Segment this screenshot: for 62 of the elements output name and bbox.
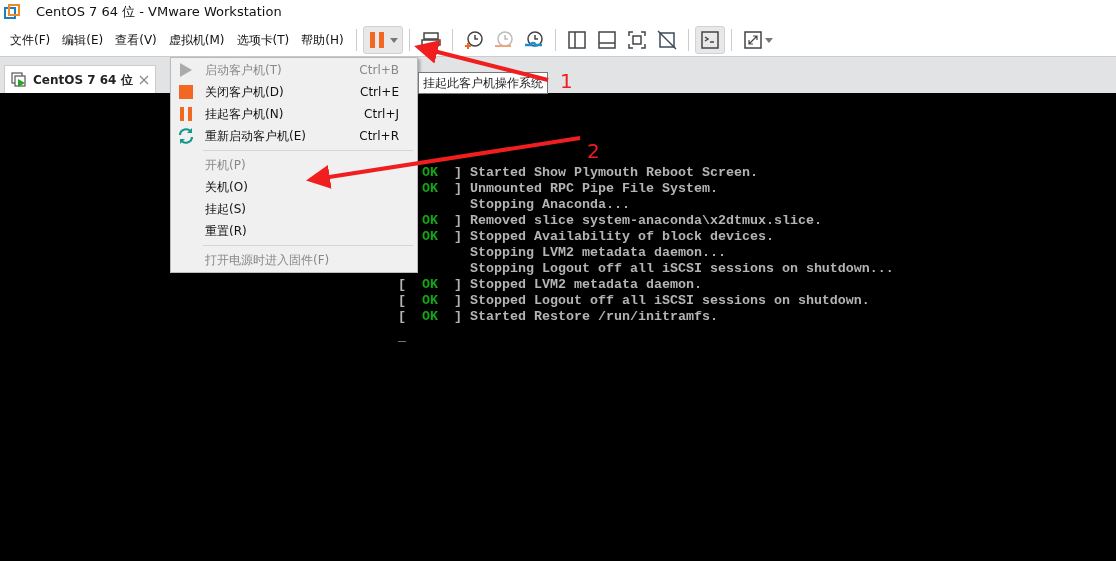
console-text: [ (398, 309, 407, 325)
status-text: OK (422, 165, 439, 181)
restart-icon (177, 127, 195, 145)
console-cursor: _ (398, 329, 406, 345)
menu-item[interactable]: 关闭客户机(D) Ctrl+E (171, 81, 417, 103)
status-text: OK (422, 181, 439, 197)
status-text: OK (422, 229, 439, 245)
menu-item[interactable]: 选项卡(T) (230, 29, 296, 51)
clock-icon (463, 30, 484, 50)
console-text: [ (398, 293, 407, 309)
sidebar-icon (566, 30, 587, 50)
menu-item[interactable]: 帮助(H) (295, 29, 350, 51)
fullscreen-icon (626, 30, 647, 50)
console-text: Removed slice system-anaconda\x2dtmux.slice. (469, 213, 822, 229)
console-text: ] (453, 277, 463, 293)
vm-icon (11, 71, 27, 88)
status-text: OK (422, 309, 439, 325)
menu-item[interactable]: 挂起客户机(N) Ctrl+J (171, 103, 417, 125)
console-text: ] (453, 181, 463, 197)
console-text: Stopping LVM2 metadata daemon... (469, 245, 726, 261)
menu-item[interactable]: 关机(O) (171, 176, 417, 198)
console-text: Stopping Logout off all iSCSI sessions on shutdown... (469, 261, 894, 277)
console-text: [ (398, 277, 407, 293)
window-title: CentOS 7 64 位 - VMware Workstation (36, 3, 282, 22)
menu-item[interactable]: 重新启动客户机(E) Ctrl+R (171, 125, 417, 147)
console-text: Stopped Availability of block devices. (469, 229, 774, 245)
console-text: ] (453, 229, 463, 245)
caret-icon (389, 37, 398, 43)
console-text: Stopped Logout off all iSCSI sessions on shutdown. (469, 293, 870, 309)
status-text: OK (422, 277, 439, 293)
console-text: Stopping Anaconda... (469, 197, 630, 213)
pause-icon (177, 105, 195, 123)
console-text: Stopped LVM2 metadata daemon. (469, 277, 702, 293)
vm-tab[interactable]: CentOS 7 64 位 (4, 65, 156, 93)
menu-item[interactable]: 挂起(S) (171, 198, 417, 220)
app-logo-icon (4, 4, 20, 20)
panel-icon (596, 30, 617, 50)
console-text: ] (453, 309, 463, 325)
menu-item[interactable]: 虚拟机(M) (162, 29, 231, 51)
console-icon (699, 30, 720, 50)
menu-item[interactable]: 文件(F) (4, 29, 57, 51)
console-text: ] (453, 213, 463, 229)
unity-icon (656, 30, 677, 50)
menu-item[interactable]: 重置(R) (171, 220, 417, 242)
caret-icon (764, 37, 773, 43)
status-text: OK (422, 213, 439, 229)
stop-icon (177, 83, 195, 101)
clock-icon (493, 30, 514, 50)
console-text: ] (453, 165, 463, 181)
annotation-number: 2 (587, 139, 600, 163)
console-text: Unmounted RPC Pipe File System. (469, 181, 718, 197)
status-text: OK (422, 293, 439, 309)
toolbar-button[interactable] (694, 26, 725, 54)
menu-item[interactable]: 查看(V) (109, 29, 163, 51)
console-text: Started Restore /run/initramfs. (469, 309, 718, 325)
console-text: Started Show Plymouth Reboot Screen. (469, 165, 758, 181)
annotation-number: 1 (560, 69, 573, 93)
tab-label: CentOS 7 64 位 (33, 71, 133, 89)
console-text: ] (453, 293, 463, 309)
stretch-icon (742, 30, 763, 50)
menu-item[interactable]: 编辑(E) (56, 29, 110, 51)
clock-icon (523, 30, 544, 50)
